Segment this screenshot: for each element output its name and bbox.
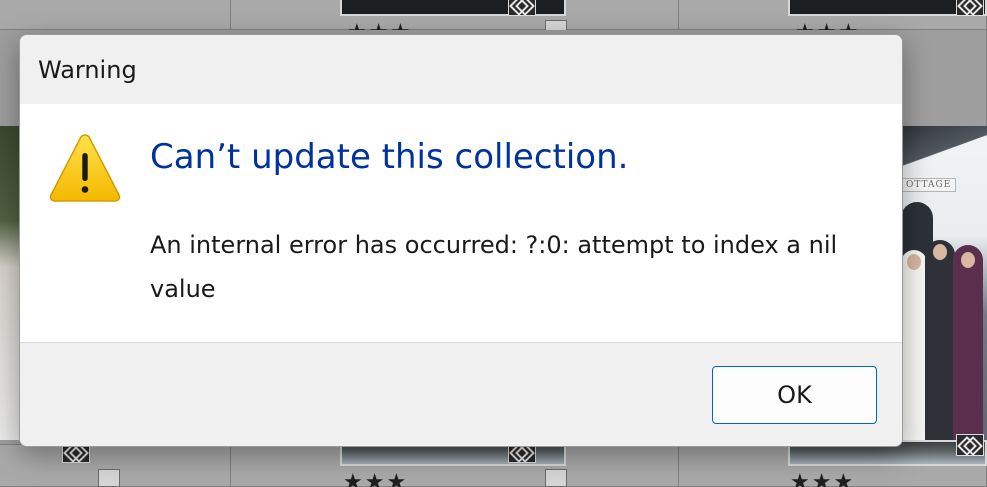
grid-cell[interactable] — [0, 0, 231, 30]
photo-sign: OTTAGE — [901, 178, 957, 192]
bride-figure — [901, 250, 927, 440]
face — [961, 252, 975, 268]
star-rating[interactable]: ★★★ — [343, 472, 408, 487]
face — [907, 254, 921, 270]
scroll-square[interactable] — [98, 469, 120, 487]
star-rating[interactable]: ★★★ — [790, 472, 855, 487]
dialog-title: Warning — [38, 55, 137, 84]
roof-shape — [895, 126, 987, 186]
collection-badge-icon — [508, 0, 536, 16]
face — [933, 244, 947, 260]
warning-dialog: Warning Can’t update this collection. An… — [19, 34, 903, 447]
dialog-titlebar[interactable]: Warning — [20, 35, 902, 104]
woman-figure — [953, 245, 983, 440]
dialog-headline: Can’t update this collection. — [150, 137, 629, 177]
dialog-footer: OK — [20, 342, 902, 446]
warning-triangle-icon — [49, 134, 121, 202]
collection-badge-icon — [956, 0, 984, 16]
ok-button[interactable]: OK — [712, 366, 877, 424]
dialog-content: Can’t update this collection. An interna… — [20, 104, 902, 342]
scroll-square[interactable] — [545, 469, 567, 487]
man-figure — [925, 240, 955, 440]
collection-badge-icon — [956, 434, 984, 456]
wedding-photo-left[interactable] — [0, 126, 20, 440]
wedding-photo[interactable]: OTTAGE — [895, 126, 987, 440]
dialog-message: An internal error has occurred: ?:0: att… — [150, 231, 838, 303]
